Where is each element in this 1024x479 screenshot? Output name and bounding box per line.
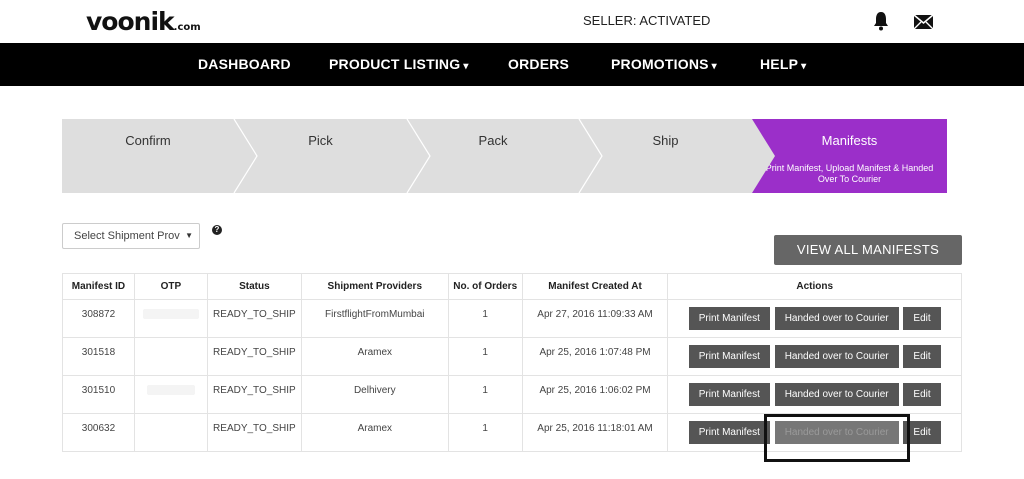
- nav-promotions[interactable]: PROMOTIONS ▾: [611, 56, 717, 72]
- step-separators: [233, 119, 775, 193]
- handed-over-button[interactable]: Handed over to Courier: [774, 383, 899, 406]
- manifest-id: 308872: [62, 299, 135, 338]
- created-at: Apr 25, 2016 1:07:48 PM: [521, 337, 669, 376]
- manifest-id: 301518: [62, 337, 135, 376]
- col-otp: OTP: [133, 273, 208, 300]
- nav-dashboard[interactable]: DASHBOARD: [198, 56, 291, 72]
- shipment-provider: Aramex: [300, 337, 449, 376]
- table-row: 301510 READY_TO_SHIP Delhivery 1 Apr 25,…: [62, 375, 962, 414]
- bell-icon[interactable]: [872, 11, 890, 31]
- manifest-id: 300632: [62, 413, 135, 452]
- seller-status: SELLER: ACTIVATED: [583, 13, 711, 28]
- created-at: Apr 25, 2016 1:06:02 PM: [521, 375, 669, 414]
- order-count: 1: [447, 375, 523, 414]
- col-shipment-providers: Shipment Providers: [300, 273, 449, 300]
- edit-button[interactable]: Edit: [903, 345, 941, 368]
- col-actions: Actions: [667, 273, 962, 300]
- print-manifest-button[interactable]: Print Manifest: [688, 345, 770, 368]
- view-all-manifests-button[interactable]: VIEW ALL MANIFESTS: [774, 235, 962, 265]
- nav-product-listing-label: PRODUCT LISTING: [329, 56, 461, 72]
- status: READY_TO_SHIP: [206, 375, 302, 414]
- col-manifest-created-at: Manifest Created At: [521, 273, 669, 300]
- edit-button[interactable]: Edit: [903, 307, 941, 330]
- table-row: 301518 READY_TO_SHIP Aramex 1 Apr 25, 20…: [62, 337, 962, 376]
- edit-button[interactable]: Edit: [903, 383, 941, 406]
- otp-cell: [133, 375, 208, 414]
- order-count: 1: [447, 337, 523, 376]
- print-manifest-button[interactable]: Print Manifest: [688, 383, 770, 406]
- voonik-logo[interactable]: voonik.com: [86, 7, 201, 36]
- nav-orders-label: ORDERS: [508, 56, 570, 72]
- nav-help[interactable]: HELP ▾: [760, 56, 806, 72]
- caret-down-icon: ▾: [463, 61, 469, 72]
- status: READY_TO_SHIP: [206, 413, 302, 452]
- otp-redacted: [146, 385, 195, 395]
- shipment-provider: FirstflightFromMumbai: [300, 299, 449, 338]
- order-count: 1: [447, 413, 523, 452]
- order-steps: Confirm Pick Pack Ship Manifests Print M…: [62, 119, 947, 193]
- shipment-provider-select[interactable]: Select Shipment Prov ▼: [62, 223, 200, 249]
- handed-over-button[interactable]: Handed over to Courier: [774, 345, 899, 368]
- logo-suffix: .com: [173, 22, 201, 33]
- nav-dashboard-label: DASHBOARD: [198, 56, 291, 72]
- table-header-row: Manifest ID OTP Status Shipment Provider…: [62, 273, 962, 300]
- shipment-provider: Aramex: [300, 413, 449, 452]
- highlight-annotation-box: [764, 414, 910, 462]
- print-manifest-button[interactable]: Print Manifest: [688, 307, 770, 330]
- top-header: voonik.com SELLER: ACTIVATED: [0, 0, 1024, 43]
- shipment-provider-value: Select Shipment Prov: [74, 230, 180, 242]
- otp-cell: [133, 299, 208, 338]
- created-at: Apr 25, 2016 11:18:01 AM: [521, 413, 669, 452]
- caret-down-icon: ▾: [801, 61, 807, 72]
- col-status: Status: [206, 273, 302, 300]
- otp-redacted: [142, 309, 199, 319]
- nav-help-label: HELP: [760, 56, 799, 72]
- manifest-id: 301510: [62, 375, 135, 414]
- actions-cell: Print Manifest Handed over to Courier Ed…: [667, 299, 962, 338]
- main-nav: DASHBOARD PRODUCT LISTING ▾ ORDERS PROMOT…: [0, 43, 1024, 86]
- logo-main: voonik: [86, 7, 175, 36]
- nav-orders[interactable]: ORDERS: [508, 56, 569, 72]
- otp-cell: [133, 337, 208, 376]
- col-no-of-orders: No. of Orders: [447, 273, 523, 300]
- actions-cell: Print Manifest Handed over to Courier Ed…: [667, 337, 962, 376]
- dropdown-arrow-icon: ▼: [185, 231, 193, 240]
- nav-product-listing[interactable]: PRODUCT LISTING ▾: [329, 56, 469, 72]
- order-count: 1: [447, 299, 523, 338]
- help-icon[interactable]: ?: [212, 225, 222, 235]
- mail-icon[interactable]: [913, 13, 934, 31]
- created-at: Apr 27, 2016 11:09:33 AM: [521, 299, 669, 338]
- step-ship-arrow-tip: [752, 119, 775, 193]
- status: READY_TO_SHIP: [206, 299, 302, 338]
- handed-over-button[interactable]: Handed over to Courier: [774, 307, 899, 330]
- actions-cell: Print Manifest Handed over to Courier Ed…: [667, 375, 962, 414]
- otp-cell: [133, 413, 208, 452]
- caret-down-icon: ▾: [711, 61, 717, 72]
- print-manifest-button[interactable]: Print Manifest: [688, 421, 770, 444]
- shipment-provider: Delhivery: [300, 375, 449, 414]
- table-row: 308872 READY_TO_SHIP FirstflightFromMumb…: [62, 299, 962, 338]
- col-manifest-id: Manifest ID: [62, 273, 135, 300]
- nav-promotions-label: PROMOTIONS: [611, 56, 709, 72]
- status: READY_TO_SHIP: [206, 337, 302, 376]
